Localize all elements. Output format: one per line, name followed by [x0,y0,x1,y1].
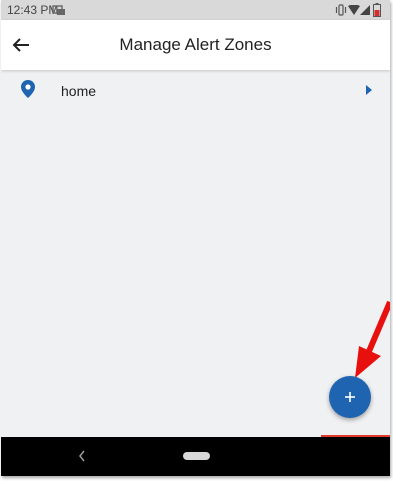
plus-icon [345,392,355,402]
zone-label: home [61,83,97,99]
zone-list-item[interactable]: home [1,72,390,110]
navigation-bar [1,437,390,476]
signal-icon [360,5,370,15]
add-zone-button[interactable] [329,376,371,418]
app-screen: 12:43 PM Manage Alert Zones home [1,0,390,476]
vibrate-icon [335,4,347,16]
home-pill[interactable] [183,452,210,460]
app-bar: Manage Alert Zones [1,20,390,70]
annotation-arrow [355,300,390,378]
status-bar: 12:43 PM [1,0,390,20]
location-pin-icon [21,80,35,98]
status-time: 12:43 PM [7,3,59,17]
chevron-right-icon [366,85,372,95]
notification-icon [52,5,65,15]
wifi-icon [348,5,360,15]
battery-icon [373,3,381,17]
page-title: Manage Alert Zones [119,35,272,54]
nav-back-icon[interactable] [77,449,87,463]
